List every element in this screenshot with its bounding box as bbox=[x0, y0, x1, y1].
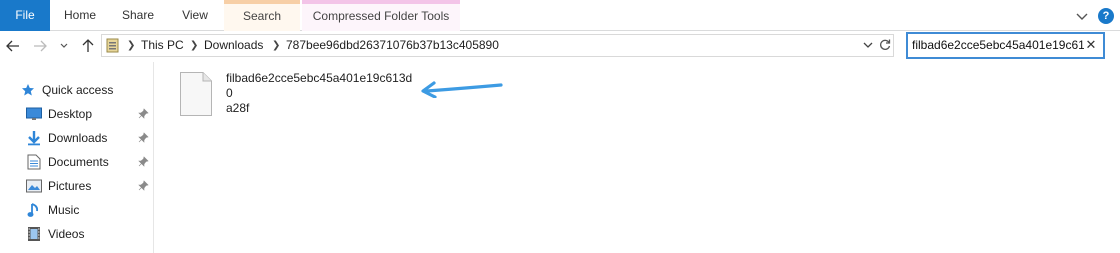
help-icon[interactable]: ? bbox=[1098, 8, 1114, 24]
ribbon: File Home Share View Search Compressed F… bbox=[0, 0, 1120, 31]
navigation-pane: Quick access Desktop Downloads Documents… bbox=[0, 62, 154, 253]
file-list: filbad6e2cce5ebc45a401e19c613d0 a28f bbox=[155, 62, 1120, 253]
breadcrumb-separator-icon[interactable]: ❯ bbox=[272, 35, 280, 56]
sidebar-item-label: Downloads bbox=[48, 131, 108, 145]
breadcrumb-this-pc[interactable]: This PC bbox=[141, 35, 184, 56]
clear-search-icon[interactable]: ✕ bbox=[1085, 38, 1097, 52]
sidebar-item-pictures[interactable]: Pictures bbox=[26, 176, 91, 196]
pin-icon[interactable] bbox=[137, 156, 149, 168]
sidebar-item-music[interactable]: Music bbox=[26, 200, 79, 220]
sidebar-item-label: Pictures bbox=[48, 179, 92, 193]
navigation-bar: ❯ This PC ❯ Downloads ❯ 787bee96dbd26371… bbox=[0, 31, 1120, 61]
file-icon[interactable] bbox=[180, 72, 212, 116]
tab-file[interactable]: File bbox=[0, 0, 50, 31]
sidebar-item-downloads[interactable]: Downloads bbox=[26, 128, 107, 148]
annotation-arrow-icon bbox=[421, 81, 503, 98]
recent-locations-button[interactable] bbox=[58, 38, 70, 54]
search-input[interactable]: filbad6e2cce5ebc45a401e19c613 ✕ bbox=[906, 32, 1105, 59]
documents-icon bbox=[26, 154, 42, 170]
sidebar-item-label: Videos bbox=[48, 227, 85, 241]
sidebar-item-quick-access[interactable]: Quick access bbox=[20, 80, 113, 100]
sidebar-item-desktop[interactable]: Desktop bbox=[26, 104, 92, 124]
sidebar-item-label: Music bbox=[48, 203, 80, 217]
pin-icon[interactable] bbox=[137, 180, 149, 192]
address-bar[interactable]: ❯ This PC ❯ Downloads ❯ 787bee96dbd26371… bbox=[101, 34, 894, 57]
pin-icon[interactable] bbox=[137, 108, 149, 120]
folder-location-icon bbox=[106, 38, 119, 53]
star-icon bbox=[20, 82, 36, 98]
file-name[interactable]: filbad6e2cce5ebc45a401e19c613d0 a28f bbox=[226, 71, 416, 116]
tab-search[interactable]: Search bbox=[224, 0, 300, 31]
expand-ribbon-chevron-icon[interactable] bbox=[1074, 8, 1090, 24]
pin-icon[interactable] bbox=[137, 132, 149, 144]
tab-share[interactable]: Share bbox=[110, 0, 166, 31]
tab-compressed-folder-tools[interactable]: Compressed Folder Tools bbox=[302, 0, 460, 31]
breadcrumb-separator-icon[interactable]: ❯ bbox=[190, 35, 198, 56]
breadcrumb-separator-icon[interactable]: ❯ bbox=[127, 35, 135, 56]
search-query-text: filbad6e2cce5ebc45a401e19c613 bbox=[912, 38, 1084, 52]
file-name-line: filbad6e2cce5ebc45a401e19c613d0 bbox=[226, 71, 413, 100]
forward-arrow-icon bbox=[34, 40, 47, 52]
sidebar-item-label: Documents bbox=[48, 155, 109, 169]
up-arrow-icon bbox=[82, 39, 94, 52]
sidebar-item-label: Quick access bbox=[42, 83, 114, 97]
up-button[interactable] bbox=[80, 38, 96, 54]
pictures-icon bbox=[26, 178, 42, 194]
desktop-icon bbox=[26, 106, 42, 122]
downloads-icon bbox=[26, 130, 42, 146]
music-icon bbox=[26, 202, 42, 218]
back-button[interactable] bbox=[5, 38, 21, 54]
address-history-chevron-icon[interactable] bbox=[862, 38, 874, 52]
sidebar-item-label: Desktop bbox=[48, 107, 93, 121]
forward-button[interactable] bbox=[32, 38, 48, 54]
sidebar-item-documents[interactable]: Documents bbox=[26, 152, 109, 172]
sidebar-item-videos[interactable]: Videos bbox=[26, 224, 84, 244]
tab-view[interactable]: View bbox=[168, 0, 222, 31]
file-name-line: a28f bbox=[226, 101, 250, 115]
tab-home[interactable]: Home bbox=[52, 0, 108, 31]
videos-icon bbox=[26, 226, 42, 242]
refresh-icon[interactable] bbox=[878, 38, 892, 52]
breadcrumb-current-folder[interactable]: 787bee96dbd26371076b37b13c405890 bbox=[286, 35, 499, 56]
breadcrumb-downloads[interactable]: Downloads bbox=[204, 35, 263, 56]
chevron-down-icon bbox=[60, 43, 68, 48]
ribbon-controls: ? bbox=[1074, 7, 1114, 25]
back-arrow-icon bbox=[6, 40, 19, 52]
